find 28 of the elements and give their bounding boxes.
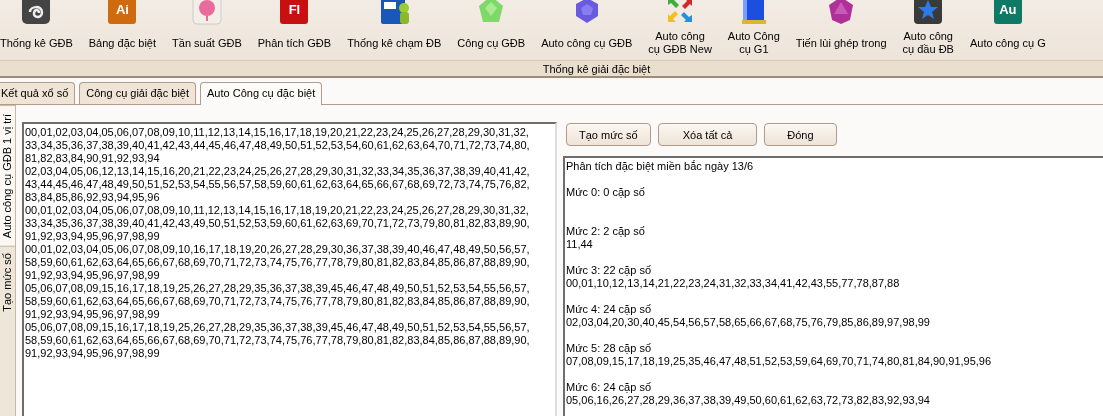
tab[interactable]: Auto Công cụ đặc biệt xyxy=(200,82,323,107)
toolbar-button[interactable]: Auto công cụ GĐB xyxy=(533,0,641,60)
swirl-icon xyxy=(20,0,53,26)
button[interactable]: Đóng xyxy=(764,123,837,146)
toolbar-button[interactable]: Công cụ GĐB xyxy=(449,0,534,60)
numbers-text-area[interactable]: 00,01,02,03,04,05,06,07,08,09,10,11,12,13,14,15,16,17,18,19,20,21,22,23,24,25,26,27,28,29,30,31,32, 33,34,35,36,37,38,39,40,41,42,43,44,45,46,47,48,49,50,51,52,53,54,60,61,62,63,64,70,71,72,73,74,80, 81,82,83,84,90,91,92,93,94 02,03,04,05,06,12,13,14,15,16,20,21,22,23,24,25,26,27,28,29,30,31,32,33,34,35,36,37,38,39,40,41,42, 43,44,45,46,47,48,49,50,51,52,53,54,55,56,57,58,59,60,61,62,63,64,65,66,67,68,69,72,73,74,75,76,82, 83,84,85,86,92,93,94,95,96 00,01,02,03,04,05,06,07,08,09,10,11,12,13,14,15,16,17,18,19,20,21,22,23,24,25,26,27,28,29,30,31,32, 33,34,35,36,37,38,39,40,41,42,43,49,50,51,52,53,59,60,61,62,63,69,70,71,72,73,79,80,81,82,83,89,90, 91,92,93,94,95,96,97,98,99 00,01,02,03,04,05,06,07,08,09,10,16,17,18,19,20,26,27,28,29,30,36,37,38,39,40,46,47,48,49,50,56,57, 58,59,60,61,62,63,64,65,66,67,68,69,70,71,72,73,74,75,76,77,78,79,80,81,82,83,84,85,86,87,88,89,90, 91,92,93,94,95,96,97,98,99 05,06,07,08,09,15,16,17,18,19,25,26,27,28,29,35,36,37,38,39,45,46,47,48,49,50,51,52,53,54,55,56,57, 58,59,60,61,62,63,64,65,66,67,68,69,70,71,72,73,74,75,76,77,78,79,80,81,82,83,84,85,86,87,88,89,90, 91,92,93,94,95,96,97,98,99 05,06,07,08,09,15,16,17,18,19,25,26,27,28,29,35,36,37,38,39,45,46,47,48,49,50,51,52,53,54,55,56,57, 58,59,60,61,62,63,64,65,66,67,68,69,70,71,72,73,74,75,76,77,78,79,80,81,82,83,84,85,86,87,88,89,90, 91,92,93,94,95,96,97,98,99 xyxy=(22,122,557,416)
button[interactable]: Tạo mức số xyxy=(566,123,651,146)
button[interactable]: Xóa tất cả xyxy=(657,123,758,146)
toolbar-button[interactable]: Ai Bảng đặc biệt xyxy=(80,0,165,60)
app-icon: Au xyxy=(991,0,1024,26)
toolbar-button[interactable]: Auto công cụ GĐB New xyxy=(640,0,720,60)
toolbar-button[interactable]: Tiến lùi ghép trong xyxy=(787,0,895,60)
tab[interactable]: Kết quả xổ số xyxy=(0,82,76,104)
group-label: Thống kê giải đặc biệt xyxy=(542,62,651,75)
app-icon: Ai xyxy=(106,0,139,26)
toolbar-button[interactable]: Thống kê GĐB xyxy=(0,0,81,60)
toolbar-button[interactable]: Auto công cụ đầu ĐB xyxy=(894,0,962,60)
app-icon: Fl xyxy=(278,0,311,26)
result-text-area[interactable]: Phân tích đặc biệt miền bắc ngày 13/6 Mức 0: 0 cặp số Mức 2: 2 cặp số 11,44 Mức 3: 22 cặp số 00,01,10,12,13,14,21,22,23,24,31,32,33,34,41,42,43,55,77,78,87,88 Mức 4: 24 cặp số 02,03,04,20,30,40,45,54,56,57,58,65,66,67,68,75,76,79,85,86,89,97,98,99 Mức 5: 28 cặp số 07,08,09,15,17,18,19,25,35,46,47,48,51,52,53,59,64,69,70,71,74,80,81,84,90,91,95,96 Mức 6: 24 cặp số 05,06,16,26,27,28,29,36,37,38,39,49,50,60,61,62,63,72,73,82,83,92,93,94 xyxy=(563,156,1103,416)
tab[interactable]: Công cụ giải đặc biệt xyxy=(79,82,196,104)
star-icon xyxy=(912,0,945,26)
side-tab[interactable]: Auto công cụ GĐB 1 vị trí xyxy=(0,105,15,247)
toolbar-button[interactable]: Auto Công cụ G1 xyxy=(719,0,788,60)
toolbar-button[interactable]: Thống kê chạm ĐB xyxy=(339,0,450,60)
person-icon xyxy=(378,0,411,26)
toolbar-button[interactable]: Tần suất GĐB xyxy=(164,0,250,60)
toolbar-button[interactable]: Au Auto công cụ G xyxy=(961,0,1054,60)
toolbar-button[interactable]: Fl Phân tích GĐB xyxy=(249,0,340,60)
